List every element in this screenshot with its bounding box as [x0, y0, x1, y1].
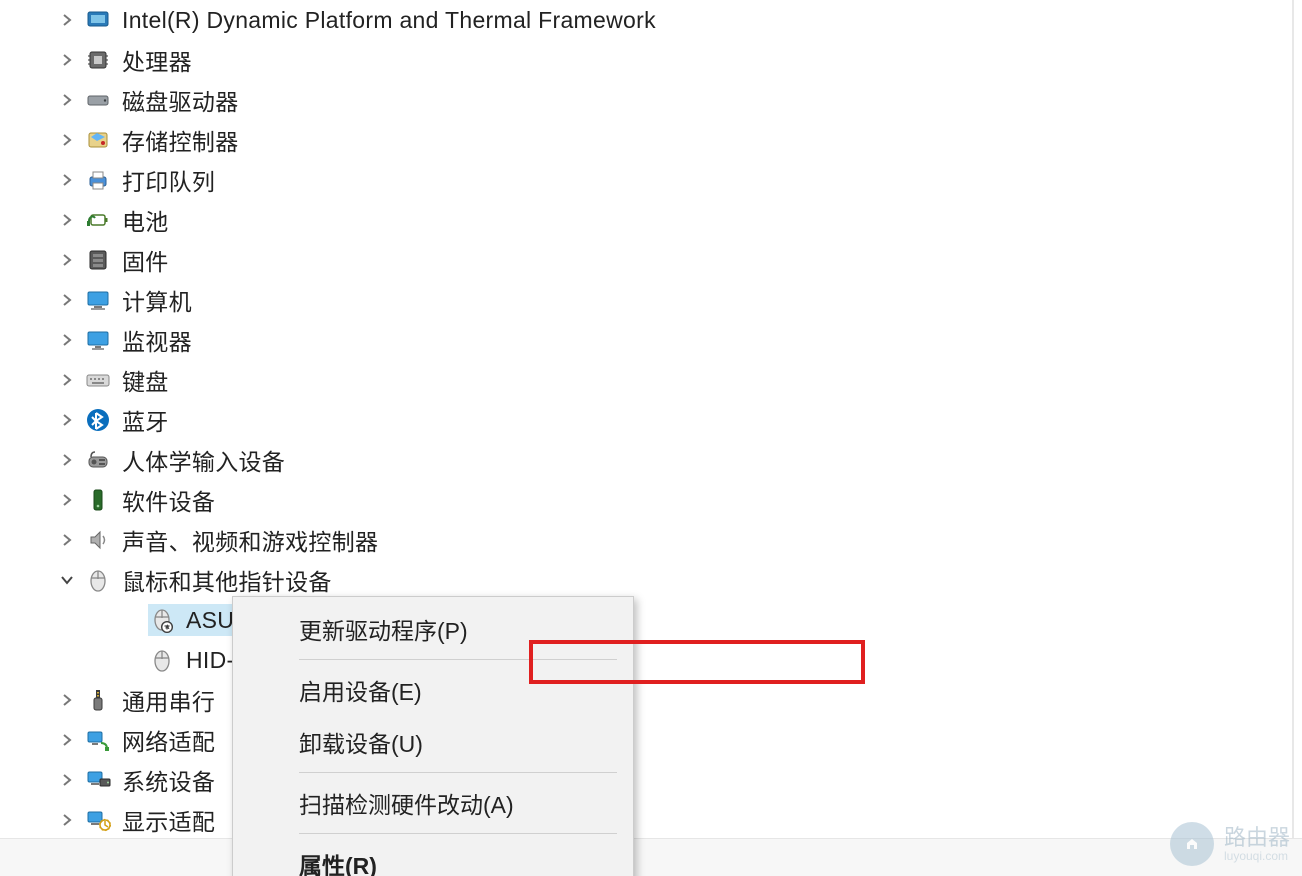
- disk-icon: [84, 86, 112, 114]
- tree-item[interactable]: 软件设备: [0, 480, 1302, 520]
- tree-item-label: 监视器: [122, 323, 192, 357]
- cpu-icon: [84, 46, 112, 74]
- router-icon: [1170, 822, 1214, 866]
- tree-item[interactable]: 蓝牙: [0, 400, 1302, 440]
- chevron-down-icon[interactable]: [56, 569, 78, 591]
- menu-separator: [299, 659, 617, 660]
- tree-item-label: 磁盘驱动器: [122, 83, 239, 117]
- tree-item-label: 打印队列: [122, 163, 215, 197]
- menu-item[interactable]: 扫描检测硬件改动(A): [237, 777, 629, 829]
- battery-icon: [84, 206, 112, 234]
- tree-item-label: 系统设备: [122, 763, 215, 797]
- computer-icon: [84, 286, 112, 314]
- system-icon: [84, 766, 112, 794]
- chevron-right-icon[interactable]: [56, 529, 78, 551]
- tree-item[interactable]: ASUS: [0, 600, 1302, 640]
- watermark-title: 路由器: [1224, 825, 1290, 850]
- mouse-icon: [148, 646, 176, 674]
- chevron-right-icon[interactable]: [56, 729, 78, 751]
- tree-item[interactable]: 打印队列: [0, 160, 1302, 200]
- chevron-right-icon[interactable]: [56, 449, 78, 471]
- watermark-subtitle: luyouqi.com: [1224, 850, 1290, 862]
- chevron-right-icon[interactable]: [56, 689, 78, 711]
- storage-icon: [84, 126, 112, 154]
- chevron-right-icon[interactable]: [56, 409, 78, 431]
- chevron-right-icon[interactable]: [56, 369, 78, 391]
- chevron-right-icon[interactable]: [56, 249, 78, 271]
- chevron-right-icon[interactable]: [56, 49, 78, 71]
- chevron-right-icon[interactable]: [56, 129, 78, 151]
- tree-item[interactable]: 存储控制器: [0, 120, 1302, 160]
- chevron-right-icon[interactable]: [56, 489, 78, 511]
- menu-item[interactable]: 更新驱动程序(P): [237, 603, 629, 655]
- tree-item-label: 声音、视频和游戏控制器: [122, 523, 378, 557]
- tree-item-label: 固件: [122, 243, 169, 277]
- tree-item[interactable]: 鼠标和其他指针设备: [0, 560, 1302, 600]
- device-tree[interactable]: Intel(R) Dynamic Platform and Thermal Fr…: [0, 0, 1302, 840]
- watermark: 路由器 luyouqi.com: [1170, 822, 1290, 866]
- bluetooth-icon: [84, 406, 112, 434]
- tree-item[interactable]: 网络适配: [0, 720, 1302, 760]
- display-icon: [84, 806, 112, 834]
- context-menu[interactable]: 更新驱动程序(P) 启用设备(E)卸载设备(U) 扫描检测硬件改动(A) 属性(R): [232, 596, 634, 876]
- tree-item[interactable]: 固件: [0, 240, 1302, 280]
- tree-item[interactable]: 磁盘驱动器: [0, 80, 1302, 120]
- tree-item-label: 电池: [122, 203, 169, 237]
- firmware-icon: [84, 246, 112, 274]
- chevron-right-icon[interactable]: [56, 209, 78, 231]
- monitor-icon: [84, 326, 112, 354]
- tree-item[interactable]: 显示适配: [0, 800, 1302, 840]
- statusbar: [0, 838, 1302, 876]
- tree-item-label: 显示适配: [122, 803, 215, 837]
- menu-separator: [299, 772, 617, 773]
- chevron-right-icon[interactable]: [56, 289, 78, 311]
- menu-item[interactable]: 属性(R): [237, 838, 629, 876]
- tree-item[interactable]: 处理器: [0, 40, 1302, 80]
- thermal-icon: [84, 6, 112, 34]
- mouse-disabled-icon: [148, 606, 176, 634]
- usb-icon: [84, 686, 112, 714]
- hid-icon: [84, 446, 112, 474]
- printer-icon: [84, 166, 112, 194]
- tree-item-label: 通用串行: [122, 683, 215, 717]
- menu-separator: [299, 833, 617, 834]
- tree-item-label: 蓝牙: [122, 403, 169, 437]
- scrollbar-track[interactable]: [1292, 0, 1294, 838]
- tree-item[interactable]: HID-c: [0, 640, 1302, 680]
- tree-item-label: 网络适配: [122, 723, 215, 757]
- tree-item[interactable]: 人体学输入设备: [0, 440, 1302, 480]
- chevron-right-icon[interactable]: [56, 9, 78, 31]
- tree-item-label: 计算机: [122, 283, 192, 317]
- tree-item[interactable]: 系统设备: [0, 760, 1302, 800]
- keyboard-icon: [84, 366, 112, 394]
- tree-item[interactable]: 电池: [0, 200, 1302, 240]
- chevron-right-icon[interactable]: [56, 769, 78, 791]
- tree-item-label: 鼠标和其他指针设备: [122, 563, 332, 597]
- no-expander: [120, 609, 142, 631]
- tree-item-label: 人体学输入设备: [122, 443, 285, 477]
- tree-item[interactable]: 键盘: [0, 360, 1302, 400]
- audio-icon: [84, 526, 112, 554]
- tree-item[interactable]: Intel(R) Dynamic Platform and Thermal Fr…: [0, 0, 1302, 40]
- tree-item[interactable]: 监视器: [0, 320, 1302, 360]
- mouse-icon: [84, 566, 112, 594]
- tree-item[interactable]: 声音、视频和游戏控制器: [0, 520, 1302, 560]
- menu-item[interactable]: 卸载设备(U): [237, 716, 629, 768]
- tree-item-label: 软件设备: [122, 483, 215, 517]
- menu-item[interactable]: 启用设备(E): [237, 664, 629, 716]
- chevron-right-icon[interactable]: [56, 809, 78, 831]
- tree-item-label: 键盘: [122, 363, 169, 397]
- tree-item[interactable]: 计算机: [0, 280, 1302, 320]
- chevron-right-icon[interactable]: [56, 329, 78, 351]
- software-icon: [84, 486, 112, 514]
- tree-item-label: 存储控制器: [122, 123, 239, 157]
- tree-item-label: 处理器: [122, 43, 192, 77]
- tree-item-label: Intel(R) Dynamic Platform and Thermal Fr…: [122, 7, 656, 34]
- tree-item[interactable]: 通用串行: [0, 680, 1302, 720]
- chevron-right-icon[interactable]: [56, 89, 78, 111]
- chevron-right-icon[interactable]: [56, 169, 78, 191]
- network-icon: [84, 726, 112, 754]
- no-expander: [120, 649, 142, 671]
